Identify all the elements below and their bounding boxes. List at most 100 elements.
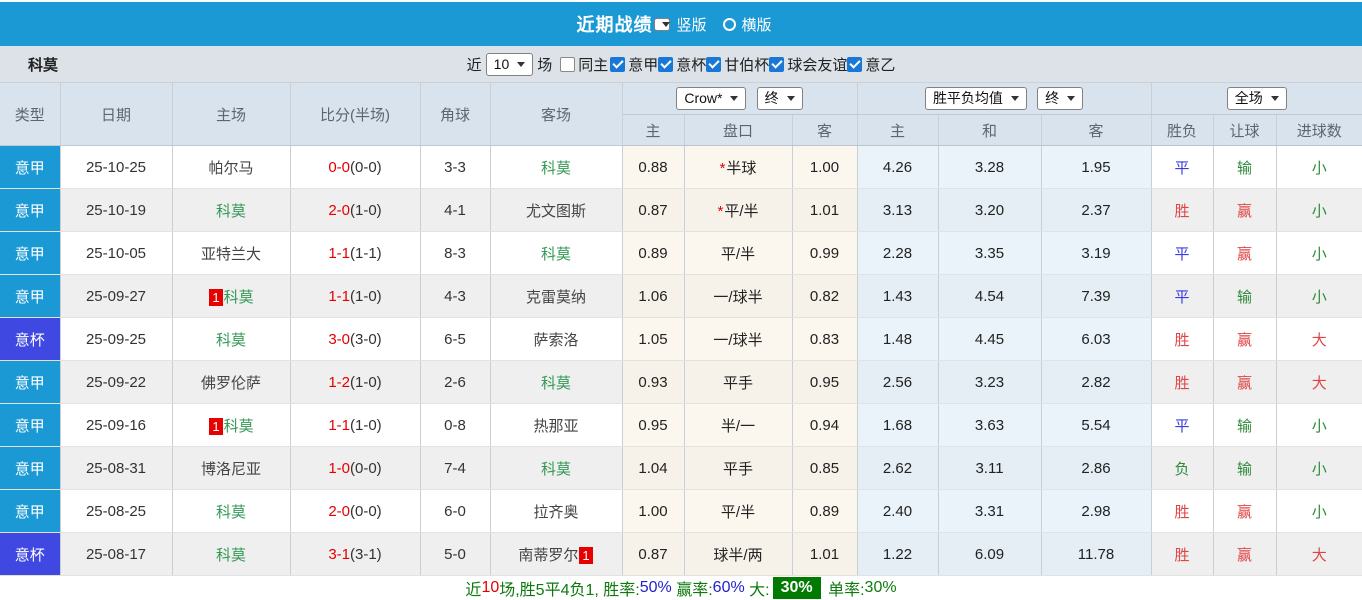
avg-draw-odds-cell: 3.23 xyxy=(938,361,1041,404)
checked-checkbox-icon[interactable] xyxy=(706,57,721,72)
fulltime-score: 3-1 xyxy=(328,546,350,563)
horizontal-layout-label[interactable]: 横版 xyxy=(742,14,772,35)
avg-source-select[interactable]: 胜平负均值 xyxy=(925,87,1027,110)
filter-checkbox-2[interactable]: 意杯 xyxy=(658,54,706,75)
away-team-cell: 尤文图斯 xyxy=(490,189,622,232)
match-row: 意杯25-08-17科莫3-1(3-1)5-0南蒂罗尔10.87球半/两1.01… xyxy=(0,533,1362,576)
away-team-name[interactable]: 科莫 xyxy=(541,246,571,263)
match-row: 意杯25-09-25科莫3-0(3-0)6-5萨索洛1.05一/球半0.831.… xyxy=(0,318,1362,361)
checked-checkbox-icon[interactable] xyxy=(769,57,784,72)
col-header-corner: 角球 xyxy=(420,83,490,146)
result-cell: 胜 xyxy=(1151,361,1213,404)
col-header-let-goal: 让球 xyxy=(1213,115,1276,146)
handicap-source-select[interactable]: Crow* xyxy=(676,87,746,110)
handicap-value: 平/半 xyxy=(724,203,758,220)
handicap-stage-select[interactable]: 终 xyxy=(757,87,803,110)
home-rank-badge: 1 xyxy=(209,418,222,435)
date-cell: 25-09-16 xyxy=(60,404,172,447)
away-team-name[interactable]: 拉齐奥 xyxy=(533,504,578,521)
handicap-away-odds-cell: 0.82 xyxy=(792,275,857,318)
fulltime-score: 1-0 xyxy=(328,460,350,477)
handicap-cell: 平/半 xyxy=(684,232,792,275)
checked-checkbox-icon[interactable] xyxy=(658,57,673,72)
avg-away-odds-cell: 6.03 xyxy=(1041,318,1151,361)
home-team-cell: 科莫 xyxy=(172,490,290,533)
home-team-cell: 1科莫 xyxy=(172,404,290,447)
vertical-layout-label[interactable]: 竖版 xyxy=(676,14,706,35)
let-goal-result-cell: 赢 xyxy=(1213,232,1276,275)
let-goal-result-cell: 赢 xyxy=(1213,533,1276,576)
horizontal-layout-radio[interactable] xyxy=(723,18,736,31)
away-team-name[interactable]: 克雷莫纳 xyxy=(526,289,586,306)
home-team-name[interactable]: 科莫 xyxy=(216,203,246,220)
filter-checkbox-label: 球会友谊 xyxy=(787,54,847,75)
col-header-goals: 进球数 xyxy=(1276,115,1362,146)
date-cell: 25-09-25 xyxy=(60,318,172,361)
away-team-name[interactable]: 热那亚 xyxy=(533,418,578,435)
avg-home-odds-cell: 2.28 xyxy=(857,232,938,275)
summary-segment: 50% xyxy=(640,579,672,597)
handicap-cell: 一/球半 xyxy=(684,318,792,361)
col-header-handicap: 盘口 xyxy=(684,115,792,146)
home-team-name[interactable]: 佛罗伦萨 xyxy=(201,375,261,392)
corner-cell: 0-8 xyxy=(420,404,490,447)
result-cell: 平 xyxy=(1151,232,1213,275)
home-team-name[interactable]: 科莫 xyxy=(216,547,246,564)
halftime-score: (3-0) xyxy=(350,331,382,348)
live-star-icon: * xyxy=(717,203,723,220)
filter-checkbox-3[interactable]: 甘伯杯 xyxy=(706,54,769,75)
fulltime-score: 1-2 xyxy=(328,374,350,391)
home-team-name[interactable]: 亚特兰大 xyxy=(201,246,261,263)
avg-stage-select[interactable]: 终 xyxy=(1037,87,1083,110)
live-star-icon: * xyxy=(720,160,726,177)
handicap-value: 一/球半 xyxy=(713,289,762,306)
away-team-name[interactable]: 尤文图斯 xyxy=(526,203,586,220)
home-team-cell: 博洛尼亚 xyxy=(172,447,290,490)
filter-checkbox-label: 意杯 xyxy=(676,54,706,75)
away-team-name[interactable]: 科莫 xyxy=(541,375,571,392)
scope-select[interactable]: 全场 xyxy=(1227,87,1287,110)
halftime-score: (0-0) xyxy=(350,503,382,520)
home-team-name[interactable]: 科莫 xyxy=(224,418,254,435)
home-team-name[interactable]: 科莫 xyxy=(216,332,246,349)
filter-checkbox-5[interactable]: 意乙 xyxy=(847,54,895,75)
result-cell: 平 xyxy=(1151,404,1213,447)
col-header-handicap-home: 主 xyxy=(622,115,684,146)
filter-checkbox-4[interactable]: 球会友谊 xyxy=(769,54,847,75)
filter-checkbox-0[interactable]: 同主 xyxy=(560,54,608,75)
handicap-away-odds-cell: 0.83 xyxy=(792,318,857,361)
team-name: 科莫 xyxy=(28,54,58,75)
away-team-cell: 科莫 xyxy=(490,447,622,490)
date-cell: 25-10-25 xyxy=(60,146,172,189)
away-team-name[interactable]: 科莫 xyxy=(541,461,571,478)
checked-checkbox-icon[interactable] xyxy=(610,57,625,72)
home-team-name[interactable]: 科莫 xyxy=(216,504,246,521)
checked-checkbox-icon[interactable] xyxy=(847,57,862,72)
summary-segment: 大: xyxy=(745,576,770,600)
score-cell: 2-0(0-0) xyxy=(290,490,420,533)
match-row: 意甲25-08-25科莫2-0(0-0)6-0拉齐奥1.00平/半0.892.4… xyxy=(0,490,1362,533)
home-team-name[interactable]: 帕尔马 xyxy=(208,160,253,177)
avg-home-odds-cell: 1.68 xyxy=(857,404,938,447)
league-cell: 意甲 xyxy=(0,146,60,189)
filter-checkbox-1[interactable]: 意甲 xyxy=(610,54,658,75)
halftime-score: (1-0) xyxy=(350,202,382,219)
result-cell: 胜 xyxy=(1151,490,1213,533)
home-team-name[interactable]: 科莫 xyxy=(224,289,254,306)
home-team-name[interactable]: 博洛尼亚 xyxy=(201,461,261,478)
handicap-away-odds-cell: 1.00 xyxy=(792,146,857,189)
corner-cell: 3-3 xyxy=(420,146,490,189)
summary-bar: 近10场,胜5平4负1, 胜率:50% 赢率:60% 大:30% 单率:30% xyxy=(0,576,1362,600)
league-cell: 意甲 xyxy=(0,275,60,318)
away-team-name[interactable]: 南蒂罗尔 xyxy=(518,547,578,564)
handicap-value: 平手 xyxy=(723,375,753,392)
away-team-name[interactable]: 科莫 xyxy=(541,160,571,177)
avg-draw-odds-cell: 4.54 xyxy=(938,275,1041,318)
unchecked-checkbox-icon[interactable] xyxy=(560,57,575,72)
away-team-cell: 热那亚 xyxy=(490,404,622,447)
results-table-body: 意甲25-10-25帕尔马0-0(0-0)3-3科莫0.88*半球1.004.2… xyxy=(0,146,1362,576)
match-count-select[interactable]: 10 xyxy=(486,53,534,76)
away-team-name[interactable]: 萨索洛 xyxy=(533,332,578,349)
handicap-cell: *半球 xyxy=(684,146,792,189)
vertical-layout-radio[interactable] xyxy=(654,18,670,31)
